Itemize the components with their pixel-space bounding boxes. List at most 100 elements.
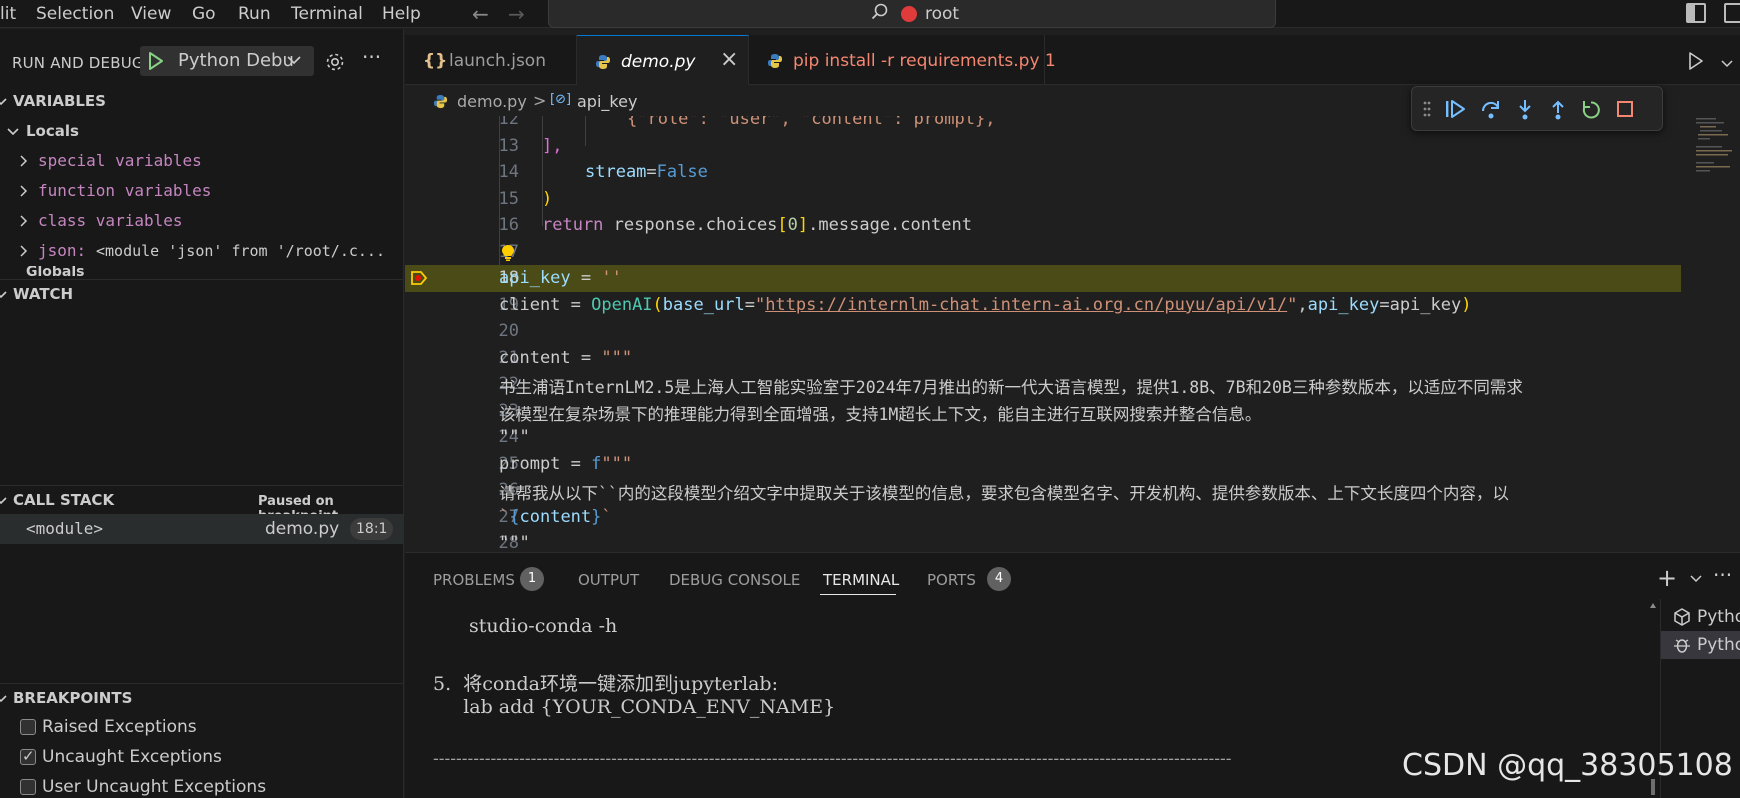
menu-go[interactable]: Go — [192, 4, 216, 24]
callstack-position-badge: 18:1 — [350, 518, 394, 540]
new-terminal-icon[interactable]: + — [1657, 564, 1677, 592]
toggle-sidebar-icon[interactable] — [1686, 3, 1706, 23]
start-debugging-icon[interactable] — [148, 52, 164, 70]
drag-handle-icon[interactable] — [1422, 99, 1432, 119]
python-icon — [596, 55, 610, 69]
lightbulb-icon[interactable] — [500, 244, 516, 262]
step-out-icon[interactable] — [1548, 99, 1568, 121]
chevron-right-icon — [20, 185, 28, 197]
problems-count-badge: 1 — [520, 567, 544, 591]
tab-launch-json[interactable]: {} launch.json — [405, 35, 577, 85]
tab-output[interactable]: OUTPUT — [578, 571, 639, 589]
tab-demo-py[interactable]: demo.py × — [577, 35, 749, 85]
tab-debug-console[interactable]: DEBUG CONSOLE — [669, 571, 800, 589]
breakpoints-header[interactable]: BREAKPOINTS — [0, 683, 404, 711]
breakpoint-arrow-icon[interactable] — [410, 269, 428, 287]
tab-pip-install[interactable]: pip install -r requirements.py 1 — [749, 35, 1056, 85]
locals-scope[interactable]: Locals — [0, 117, 404, 145]
url-link[interactable]: https://internlm-chat.intern-ai.org.cn/p… — [765, 295, 1287, 315]
gear-icon[interactable] — [324, 51, 346, 73]
run-file-icon[interactable] — [1688, 52, 1704, 70]
menu-terminal[interactable]: Terminal — [291, 4, 363, 24]
callstack-frame-row[interactable]: <module> demo.py 18:1 — [0, 514, 404, 544]
chevron-right-icon — [20, 245, 28, 257]
code-editor[interactable]: 12 {"role": "user", "content": prompt}, … — [405, 116, 1681, 552]
chevron-down-icon — [287, 56, 301, 65]
json-braces-icon: {} — [423, 51, 448, 71]
checkbox[interactable] — [20, 719, 36, 735]
stop-icon[interactable] — [1615, 99, 1635, 119]
breakpoint-user-uncaught-exceptions[interactable]: User Uncaught Exceptions — [0, 772, 404, 798]
code-line: 15 ) — [498, 188, 553, 209]
run-debug-sidebar: RUN AND DEBUG Python Debu ··· VARIABLES … — [0, 29, 404, 798]
tab-ports[interactable]: PORTS — [927, 571, 976, 589]
minimap[interactable] — [1690, 116, 1740, 552]
code-line: 28 """ — [498, 533, 530, 552]
minimap-preview — [1696, 118, 1732, 172]
code-line: 26 请帮我从以下``内的这段模型介绍文字中提取关于该模型的信息，要求包含模型名… — [498, 480, 1509, 503]
watch-header[interactable]: WATCH — [0, 279, 404, 307]
search-icon — [871, 3, 888, 20]
chevron-down-icon — [0, 98, 7, 106]
python-icon — [433, 94, 448, 109]
watermark: CSDN @qq_38305108 — [1402, 748, 1733, 783]
breakpoint-uncaught-exceptions[interactable]: Uncaught Exceptions — [0, 742, 404, 772]
step-into-icon[interactable] — [1515, 99, 1535, 121]
toggle-panel-icon[interactable] — [1724, 3, 1740, 23]
command-center[interactable]: root — [548, 0, 1276, 28]
menu-selection[interactable]: Selection — [36, 4, 114, 24]
code-line: 25 prompt = f""" — [498, 453, 633, 474]
menu-view[interactable]: View — [131, 4, 171, 24]
code-line: 21 content = """ — [498, 347, 633, 368]
back-arrow-icon[interactable]: ← — [472, 2, 489, 26]
terminal-instance[interactable]: Pytho — [1661, 631, 1740, 659]
code-line: 13 ], — [498, 135, 563, 156]
breakpoint-raised-exceptions[interactable]: Raised Exceptions — [0, 712, 404, 742]
chevron-down-icon[interactable] — [1689, 573, 1703, 585]
breadcrumb-symbol[interactable]: api_key — [577, 92, 637, 111]
terminal-line: lab add {YOUR_CONDA_ENV_NAME} — [433, 696, 836, 718]
active-tab-indicator — [820, 594, 896, 595]
step-over-icon[interactable] — [1480, 99, 1502, 121]
code-line: 14 stream=False — [498, 162, 708, 182]
menu-edit[interactable]: lit — [0, 4, 16, 24]
variable-value: <module 'json' from '/root/.c... — [96, 242, 385, 260]
tab-problems[interactable]: PROBLEMS — [433, 571, 515, 589]
variable-row[interactable]: json: <module 'json' from '/root/.c... — [0, 236, 404, 266]
ports-count-badge: 4 — [987, 567, 1011, 591]
close-tab-icon[interactable]: × — [720, 47, 738, 72]
code-line: 20 — [498, 321, 519, 341]
variable-row[interactable]: function variables — [0, 176, 404, 206]
restart-icon[interactable] — [1580, 99, 1602, 121]
forward-arrow-icon[interactable]: → — [508, 2, 525, 26]
globals-scope[interactable]: Globals — [0, 266, 404, 278]
debug-config-select[interactable]: Python Debu — [140, 46, 314, 76]
code-token: {"role": "user", "content": prompt}, — [627, 116, 996, 129]
code-line: 23 该模型在复杂场景下的推理能力得到全面增强，支持1M超长上下文，能自主进行互… — [498, 400, 1262, 424]
callstack-file: demo.py — [265, 519, 340, 539]
terminal-instance[interactable]: Pytho — [1661, 603, 1740, 631]
checkbox-checked[interactable] — [20, 747, 36, 765]
chevron-down-icon[interactable] — [1720, 58, 1734, 70]
terminal-line: studio-conda -h — [469, 615, 618, 637]
code-line: 22 书生浦语InternLM2.5是上海人工智能实验室于2024年7月推出的新… — [498, 374, 1523, 397]
code-line: 19 client = OpenAI(base_url="https://int… — [498, 294, 1472, 315]
more-actions-icon[interactable]: ··· — [1713, 563, 1732, 587]
menu-help[interactable]: Help — [382, 4, 421, 24]
variable-row[interactable]: class variables — [0, 206, 404, 236]
terminal-line: ----------------------------------------… — [433, 749, 1232, 769]
variable-symbol-icon: [⊘] — [550, 92, 572, 107]
checkbox[interactable] — [20, 779, 36, 795]
recording-dot-icon — [901, 6, 917, 22]
breadcrumb-file[interactable]: demo.py — [457, 92, 527, 111]
variable-row[interactable]: special variables — [0, 146, 404, 176]
tab-terminal[interactable]: TERMINAL — [823, 571, 899, 589]
menu-bar: lit Selection View Go Run Terminal Help … — [0, 0, 1740, 28]
more-actions-icon[interactable]: ··· — [362, 45, 381, 69]
menu-run[interactable]: Run — [238, 4, 271, 24]
chevron-right-icon — [20, 155, 28, 167]
current-execution-line: 18 api_key = '' — [405, 265, 1681, 292]
chevron-down-icon — [0, 291, 7, 299]
variables-header[interactable]: VARIABLES — [0, 87, 404, 115]
continue-icon[interactable] — [1444, 99, 1466, 119]
